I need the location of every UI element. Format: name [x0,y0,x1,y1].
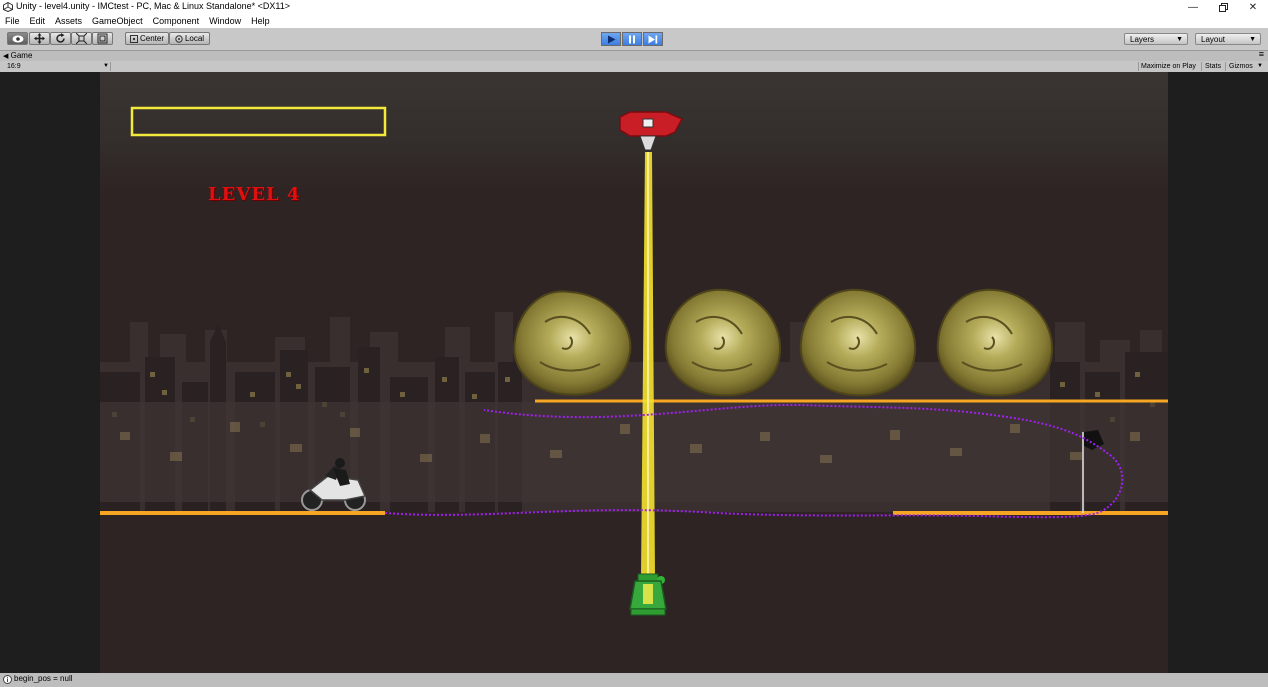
rect-tool-icon [97,33,108,44]
status-bar: begin_pos = null [0,673,1268,687]
maximize-on-play-toggle[interactable]: Maximize on Play [1141,61,1196,72]
move-icon [34,33,45,44]
pause-icon [629,35,635,43]
unity-logo-icon [3,2,13,12]
main-toolbar: Center Local Layers ▼ Layout ▼ [0,28,1268,51]
close-icon: ✕ [1248,1,1258,13]
aspect-chevron-down-icon: ▼ [103,63,109,69]
menu-help[interactable]: Help [246,15,275,28]
layout-label: Layout [1201,35,1226,44]
city-blur-band [100,402,1168,502]
layout-chevron-down-icon: ▼ [1249,36,1256,43]
play-button[interactable] [601,32,621,46]
play-icon [607,35,615,43]
gizmos-chevron-down-icon: ▼ [1257,63,1263,69]
game-tab-label: Game [10,51,33,60]
pivot-icon [129,34,138,43]
toolbar-divider [1138,62,1139,71]
game-tab-icon: ◀ [3,53,9,60]
toolbar-divider [110,62,111,71]
restore-icon [1218,2,1228,12]
eye-icon [12,35,23,42]
space-local-button[interactable]: Local [169,32,210,45]
step-icon [648,35,658,43]
local-space-icon [175,34,183,43]
scale-icon [76,33,87,44]
menu-window[interactable]: Window [204,15,246,28]
menu-assets[interactable]: Assets [50,15,87,28]
restore-button[interactable] [1208,0,1238,14]
pivot-center-button[interactable]: Center [125,32,169,45]
game-canvas[interactable]: LEVEL 4 [100,72,1168,673]
console-message[interactable]: begin_pos = null [14,674,73,683]
gizmos-dropdown[interactable]: Gizmos [1229,61,1253,72]
layers-dropdown[interactable]: Layers ▼ [1124,33,1188,45]
minimize-icon: — [1188,1,1198,13]
info-icon [3,675,12,684]
toolbar-divider [1225,62,1226,71]
space-label: Local [184,34,205,43]
window-title: Unity - level4.unity - IMCtest - PC, Mac… [16,1,290,11]
game-viewport[interactable]: LEVEL 4 [0,72,1268,673]
pause-button[interactable] [622,32,642,46]
menu-file[interactable]: File [0,15,25,28]
rect-tool-button[interactable] [92,32,113,45]
level-title: LEVEL 4 [208,184,301,205]
step-button[interactable] [643,32,663,46]
rotate-icon [56,33,65,43]
aspect-dropdown[interactable]: 16:9 [7,61,21,72]
close-button[interactable]: ✕ [1238,0,1268,14]
layout-dropdown[interactable]: Layout ▼ [1195,33,1261,45]
panel-menu-icon[interactable]: ≡ [1259,49,1264,59]
title-bar: Unity - level4.unity - IMCtest - PC, Mac… [0,0,1268,15]
game-scene [100,72,1168,673]
pivot-label: Center [139,34,164,43]
rotate-tool-button[interactable] [50,32,71,45]
scale-tool-button[interactable] [71,32,92,45]
menu-component[interactable]: Component [148,15,205,28]
move-tool-button[interactable] [29,32,50,45]
layers-label: Layers [1130,35,1155,44]
stats-toggle[interactable]: Stats [1205,61,1221,72]
minimize-button[interactable]: — [1178,0,1208,14]
toolbar-divider [1201,62,1202,71]
hand-tool-button[interactable] [7,32,28,45]
layers-chevron-down-icon: ▼ [1176,36,1183,43]
game-view-header: ◀ Game ≡ [0,49,1268,61]
menu-gameobject[interactable]: GameObject [87,15,148,28]
menu-edit[interactable]: Edit [25,15,51,28]
menu-bar: File Edit Assets GameObject Component Wi… [0,15,1268,28]
